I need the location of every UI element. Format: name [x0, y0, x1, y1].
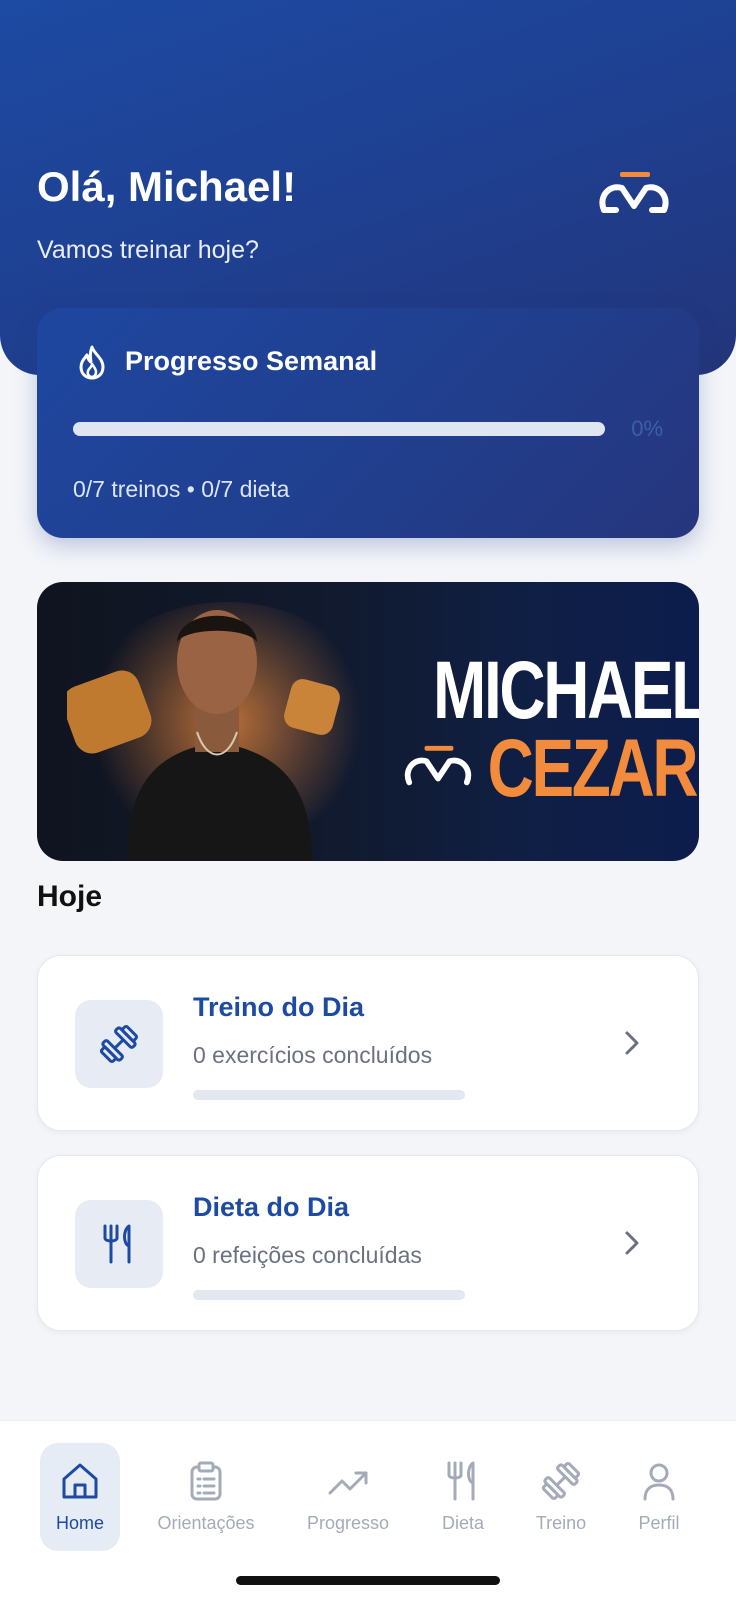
workout-icon-box	[75, 1000, 163, 1088]
weekly-progress-percent: 0%	[631, 416, 663, 441]
nav-orientacoes-label: Orientações	[157, 1513, 255, 1533]
weekly-progress-bar	[73, 422, 605, 436]
weekly-progress-stats: 0/7 treinos • 0/7 dieta	[73, 476, 290, 502]
nav-dieta[interactable]: Dieta	[428, 1443, 498, 1551]
diet-of-day-card[interactable]: Dieta do Dia 0 refeições concluídas	[37, 1155, 699, 1331]
brand-logo-icon	[599, 172, 669, 213]
nav-perfil-label: Perfil	[638, 1513, 680, 1533]
nav-progresso-label: Progresso	[306, 1513, 390, 1533]
weekly-progress-title: Progresso Semanal	[125, 346, 378, 376]
diet-progress-bar	[193, 1290, 465, 1300]
bottom-navigation: Home Orientações Progresso Dieta Treino …	[0, 1420, 736, 1600]
nav-home-label: Home	[55, 1513, 104, 1533]
nav-dieta-label: Dieta	[441, 1513, 485, 1533]
workout-card-title: Treino do Dia	[193, 992, 365, 1022]
workout-of-day-card[interactable]: Treino do Dia 0 exercícios concluídos	[37, 955, 699, 1131]
banner-name-last: CEZAR	[487, 723, 699, 814]
brand-logo-icon	[404, 745, 472, 786]
coach-photo	[67, 610, 340, 861]
fork-knife-icon	[103, 1224, 131, 1264]
clipboard-icon	[190, 1461, 222, 1501]
nav-treino-label: Treino	[535, 1513, 587, 1533]
nav-orientacoes[interactable]: Orientações	[150, 1443, 262, 1551]
chevron-right-icon	[625, 1231, 639, 1255]
home-screen: Olá, Michael! Vamos treinar hoje? Progre…	[0, 0, 736, 1600]
greeting-subtitle: Vamos treinar hoje?	[37, 236, 259, 264]
nav-perfil[interactable]: Perfil	[624, 1443, 694, 1551]
workout-progress-bar	[193, 1090, 465, 1100]
greeting-title: Olá, Michael!	[37, 163, 297, 210]
weekly-progress-card[interactable]: Progresso Semanal 0% 0/7 treinos • 0/7 d…	[37, 308, 699, 538]
dumbbell-icon	[541, 1461, 581, 1501]
user-icon	[643, 1463, 675, 1501]
trending-up-icon	[328, 1471, 368, 1495]
home-icon	[62, 1463, 98, 1499]
diet-icon-box	[75, 1200, 163, 1288]
chevron-right-icon	[625, 1031, 639, 1055]
today-section-title: Hoje	[37, 880, 103, 913]
coach-banner[interactable]: MICHAEL CEZAR	[37, 582, 699, 861]
fork-knife-icon	[447, 1461, 475, 1501]
nav-home[interactable]: Home	[40, 1443, 120, 1551]
home-indicator	[236, 1576, 500, 1585]
diet-card-title: Dieta do Dia	[193, 1192, 350, 1222]
diet-card-subtitle: 0 refeições concluídas	[193, 1242, 422, 1268]
dumbbell-icon	[99, 1024, 139, 1064]
nav-treino[interactable]: Treino	[526, 1443, 596, 1551]
flame-icon	[79, 345, 105, 380]
nav-progresso[interactable]: Progresso	[298, 1443, 398, 1551]
workout-card-subtitle: 0 exercícios concluídos	[193, 1042, 433, 1068]
